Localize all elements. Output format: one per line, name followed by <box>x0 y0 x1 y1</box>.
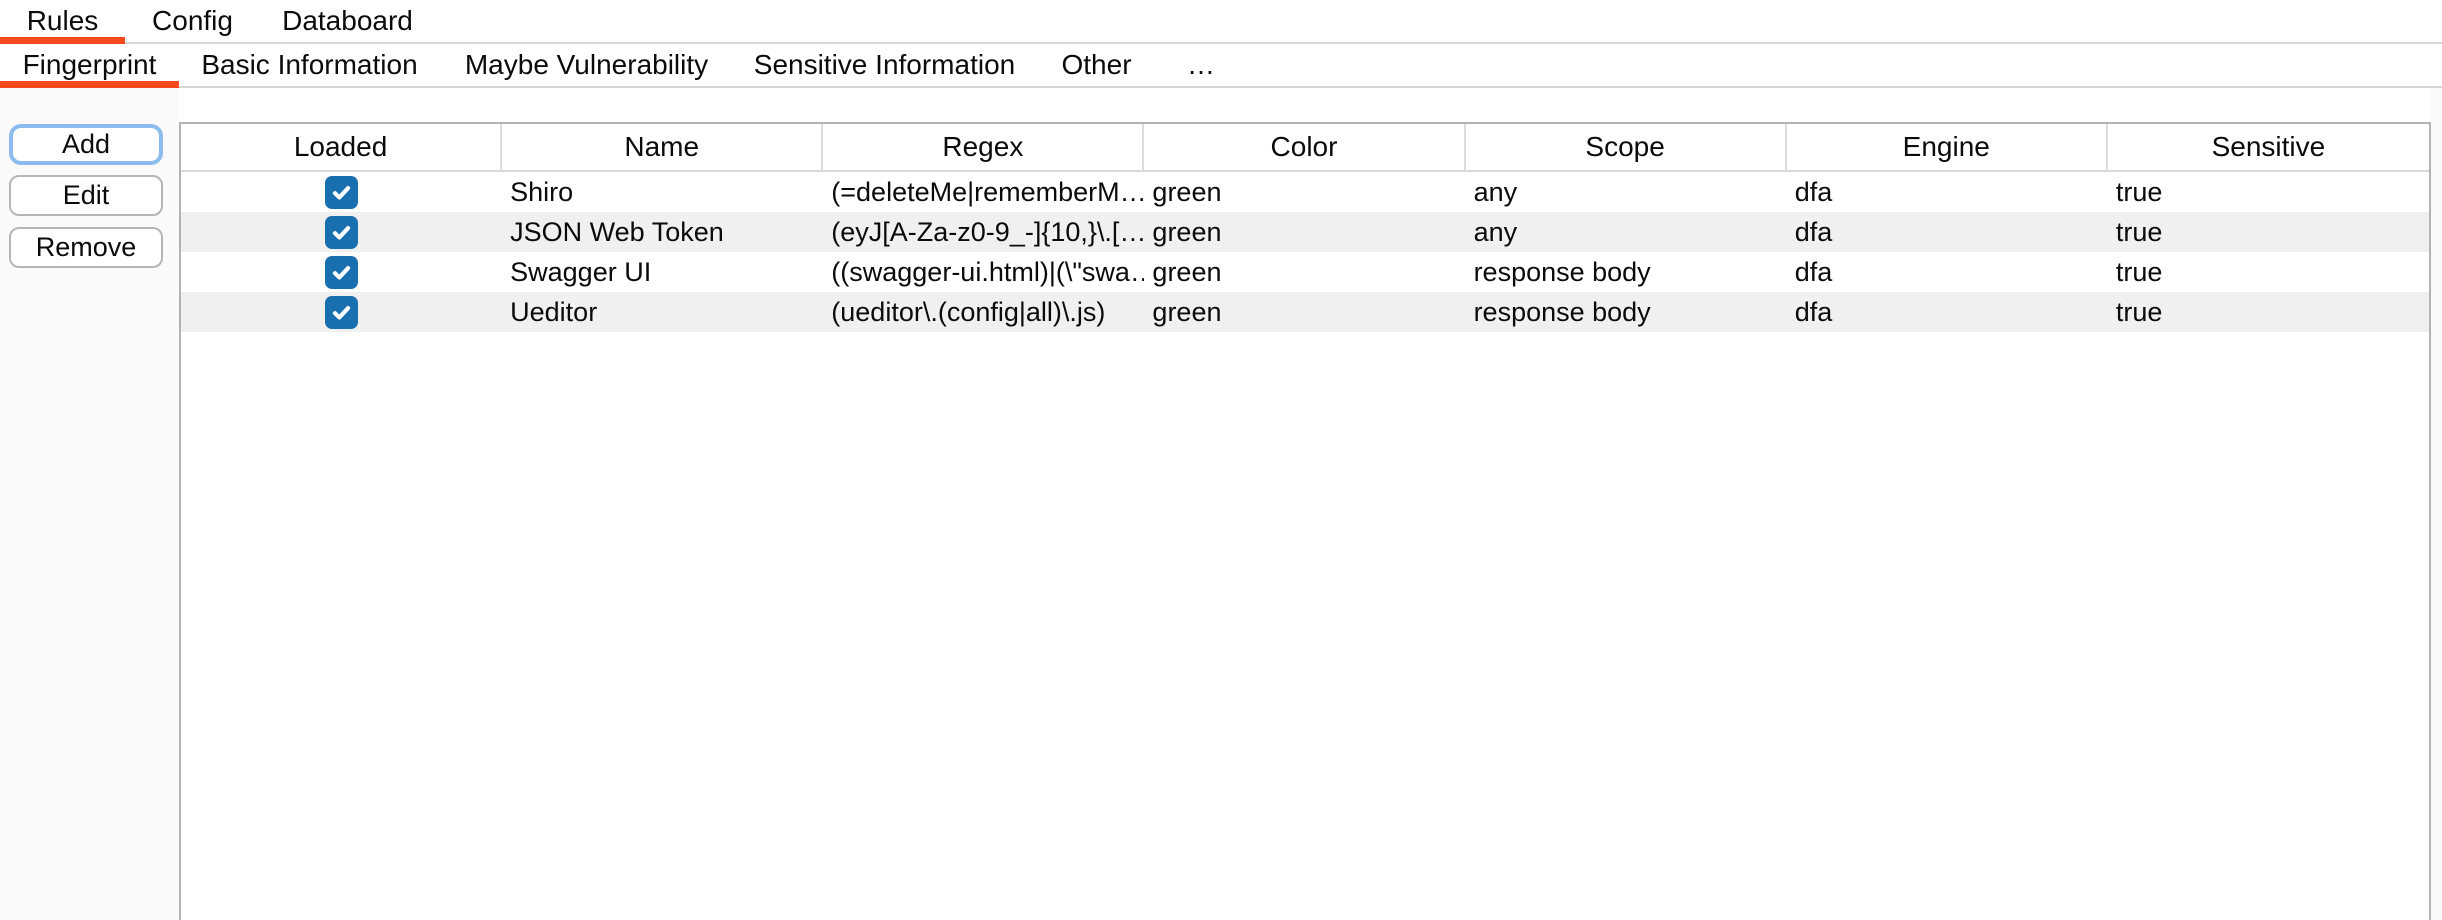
checkmark-icon <box>330 221 353 244</box>
cell-regex: ((swagger-ui.html)|(\"swa… <box>823 252 1144 292</box>
cell-engine: dfa <box>1787 292 2108 332</box>
cell-color: green <box>1144 212 1465 252</box>
cell-scope: response body <box>1466 252 1787 292</box>
sub-tab-basic-information-label: Basic Information <box>201 49 417 81</box>
main-tab-rules[interactable]: Rules <box>0 0 125 42</box>
cell-color: green <box>1144 252 1465 292</box>
cell-name: Swagger UI <box>502 252 823 292</box>
sub-tab-maybe-vulnerability[interactable]: Maybe Vulnerability <box>440 44 733 86</box>
cell-engine: dfa <box>1787 212 2108 252</box>
cell-name: Ueditor <box>502 292 823 332</box>
table-header-row: Loaded Name Regex Color Scope Engine Sen… <box>181 124 2429 172</box>
cell-loaded <box>181 212 502 252</box>
cell-name: Shiro <box>502 172 823 212</box>
edit-button[interactable]: Edit <box>9 175 163 216</box>
column-header-color[interactable]: Color <box>1144 124 1465 170</box>
loaded-checkbox[interactable] <box>325 176 358 209</box>
checkmark-icon <box>330 181 353 204</box>
right-margin <box>2431 88 2442 920</box>
sub-tab-other[interactable]: Other <box>1036 44 1157 86</box>
column-header-scope[interactable]: Scope <box>1466 124 1787 170</box>
cell-scope: response body <box>1466 292 1787 332</box>
sub-tab-bar: Fingerprint Basic Information Maybe Vuln… <box>0 44 2442 88</box>
main-tab-databoard[interactable]: Databoard <box>260 0 435 42</box>
cell-engine: dfa <box>1787 252 2108 292</box>
column-header-loaded[interactable]: Loaded <box>181 124 502 170</box>
sub-tab-other-label: Other <box>1061 49 1131 81</box>
cell-name: JSON Web Token <box>502 212 823 252</box>
cell-sensitive: true <box>2108 212 2429 252</box>
main-tab-databoard-label: Databoard <box>282 5 413 37</box>
sub-tab-maybe-vulnerability-label: Maybe Vulnerability <box>465 49 708 81</box>
sub-tab-sensitive-information-label: Sensitive Information <box>754 49 1015 81</box>
cell-sensitive: true <box>2108 292 2429 332</box>
table-row[interactable]: Shiro (=deleteMe|rememberM… green any df… <box>181 172 2429 212</box>
sub-tab-sensitive-information[interactable]: Sensitive Information <box>733 44 1036 86</box>
cell-loaded <box>181 292 502 332</box>
column-header-regex[interactable]: Regex <box>823 124 1144 170</box>
sub-tab-overflow-label: … <box>1187 49 1215 81</box>
cell-color: green <box>1144 172 1465 212</box>
column-header-name[interactable]: Name <box>502 124 823 170</box>
cell-loaded <box>181 172 502 212</box>
cell-regex: (ueditor\.(config|all)\.js) <box>823 292 1144 332</box>
sub-tab-basic-information[interactable]: Basic Information <box>179 44 440 86</box>
loaded-checkbox[interactable] <box>325 296 358 329</box>
cell-color: green <box>1144 292 1465 332</box>
table-row[interactable]: JSON Web Token (eyJ[A-Za-z0-9_-]{10,}\.[… <box>181 212 2429 252</box>
cell-scope: any <box>1466 212 1787 252</box>
checkmark-icon <box>330 301 353 324</box>
sub-tab-fingerprint-label: Fingerprint <box>23 49 157 81</box>
active-tab-underline <box>0 81 179 88</box>
cell-loaded <box>181 252 502 292</box>
cell-regex: (=deleteMe|rememberM… <box>823 172 1144 212</box>
cell-regex: (eyJ[A-Za-z0-9_-]{10,}\.[… <box>823 212 1144 252</box>
loaded-checkbox[interactable] <box>325 216 358 249</box>
fingerprint-rules-table: Loaded Name Regex Color Scope Engine Sen… <box>179 122 2431 920</box>
table-row[interactable]: Ueditor (ueditor\.(config|all)\.js) gree… <box>181 292 2429 332</box>
cell-engine: dfa <box>1787 172 2108 212</box>
sub-tab-fingerprint[interactable]: Fingerprint <box>0 44 179 86</box>
table-row[interactable]: Swagger UI ((swagger-ui.html)|(\"swa… gr… <box>181 252 2429 292</box>
rules-sidebar: Add Edit Remove <box>0 88 179 920</box>
main-tab-rules-label: Rules <box>27 5 99 37</box>
main-tab-config[interactable]: Config <box>125 0 260 42</box>
remove-button[interactable]: Remove <box>9 227 163 268</box>
loaded-checkbox[interactable] <box>325 256 358 289</box>
checkmark-icon <box>330 261 353 284</box>
main-tab-bar: Rules Config Databoard <box>0 0 2442 44</box>
column-header-engine[interactable]: Engine <box>1787 124 2108 170</box>
column-header-sensitive[interactable]: Sensitive <box>2108 124 2429 170</box>
cell-scope: any <box>1466 172 1787 212</box>
sub-tab-overflow[interactable]: … <box>1157 44 1245 86</box>
cell-sensitive: true <box>2108 172 2429 212</box>
add-button[interactable]: Add <box>9 124 163 165</box>
active-tab-underline <box>0 37 125 44</box>
cell-sensitive: true <box>2108 252 2429 292</box>
main-tab-config-label: Config <box>152 5 233 37</box>
